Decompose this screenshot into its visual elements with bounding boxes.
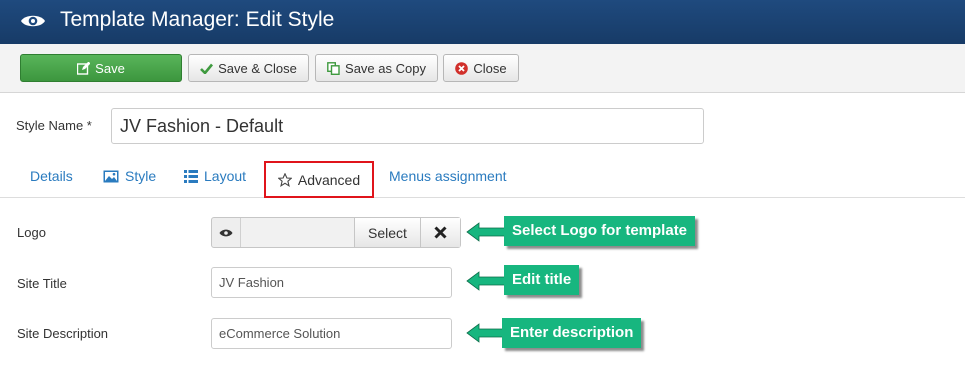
arrow-left-icon [466,271,508,291]
callout-description: Enter description [502,318,642,348]
checkmark-icon [200,63,214,74]
site-description-label: Site Description [17,326,109,341]
close-button[interactable]: Close [443,54,519,82]
close-circle-icon [455,61,469,75]
page-title: Template Manager: Edit Style [60,8,335,31]
site-description-input[interactable]: eCommerce Solution [211,318,452,349]
tab-details-label: Details [30,168,73,184]
logo-label: Logo [17,225,46,240]
star-outline-icon [277,172,292,187]
save-close-button[interactable]: Save & Close [188,54,309,82]
tab-menus-assignment-label: Menus assignment [389,168,507,184]
site-title-label: Site Title [17,276,67,291]
style-name-label: Style Name * [16,118,92,133]
site-title-input[interactable]: JV Fashion [211,267,452,298]
style-name-input[interactable]: JV Fashion - Default [111,108,704,144]
tabs-divider [0,197,965,198]
copy-icon [327,61,340,75]
logo-preview-button[interactable] [212,218,241,247]
image-icon [103,170,119,182]
save-close-label: Save & Close [218,60,297,76]
list-icon [184,169,198,183]
logo-path-display [241,218,354,247]
close-icon [434,226,447,239]
title-bar: Template Manager: Edit Style [0,0,965,44]
logo-select-button[interactable]: Select [354,218,420,247]
close-label: Close [473,60,507,76]
tab-layout[interactable]: Layout [184,168,246,184]
save-as-copy-button[interactable]: Save as Copy [315,54,438,82]
tab-menus-assignment[interactable]: Menus assignment [389,168,507,184]
tab-layout-label: Layout [204,168,247,184]
tab-details[interactable]: Details [30,168,73,184]
save-copy-label: Save as Copy [345,60,426,76]
tab-advanced-label: Advanced [297,171,361,188]
tab-style-label: Style [125,168,157,184]
toolbar: Save Save & Close Save as Copy Close [0,44,965,93]
logo-media-field: Select [211,217,461,248]
callout-title: Edit title [504,265,580,295]
save-button[interactable]: Save [20,54,182,82]
eye-icon [21,15,45,27]
save-label: Save [95,60,125,76]
edit-icon [77,61,91,75]
tab-advanced[interactable]: Advanced [264,161,374,198]
arrow-left-icon [466,222,508,242]
tab-style[interactable]: Style [103,168,156,184]
logo-clear-button[interactable] [420,218,460,247]
eye-icon [219,229,233,236]
callout-logo: Select Logo for template [504,216,696,246]
